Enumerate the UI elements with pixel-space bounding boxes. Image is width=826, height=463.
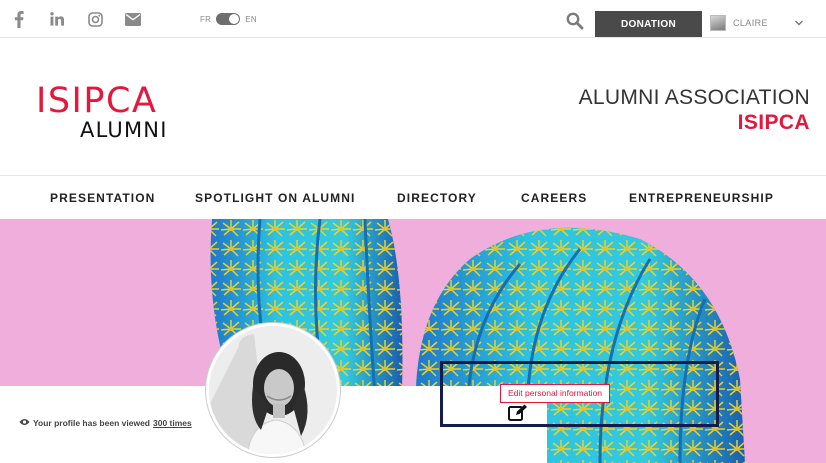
edit-icon[interactable] <box>508 404 528 422</box>
lang-en-label[interactable]: EN <box>245 15 257 24</box>
lang-fr-label[interactable]: FR <box>200 15 211 24</box>
profile-photo <box>209 326 337 454</box>
instagram-icon[interactable] <box>82 0 108 38</box>
donation-button[interactable]: DONATION <box>595 11 702 37</box>
profile-avatar[interactable] <box>206 323 340 457</box>
logo-text-isipca: ISIPCA <box>36 81 158 121</box>
language-switch[interactable]: FR EN <box>200 0 257 38</box>
user-avatar <box>710 15 726 31</box>
user-name: CLAIRE <box>733 18 768 28</box>
eye-icon <box>19 418 30 428</box>
nav-item-entrepreneurship[interactable]: ENTREPRENEURSHIP <box>629 176 774 220</box>
linkedin-icon[interactable] <box>44 0 70 38</box>
association-title-line2: ISIPCA <box>737 111 810 134</box>
nav-item-directory[interactable]: DIRECTORY <box>397 176 477 220</box>
isipca-alumni-logo[interactable]: ISIPCA ALUMNI <box>36 84 186 144</box>
nav-item-spotlight-on-alumni[interactable]: SPOTLIGHT ON ALUMNI <box>195 176 355 220</box>
profile-views-count: 300 times <box>152 418 192 428</box>
association-title: ALUMNI ASSOCIATION ISIPCA <box>579 86 810 136</box>
nav-item-presentation[interactable]: PRESENTATION <box>50 176 155 220</box>
toggle-knob <box>229 14 240 24</box>
facebook-icon[interactable] <box>6 0 32 38</box>
edit-tooltip: Edit personal information <box>500 384 611 403</box>
nav-item-careers[interactable]: CAREERS <box>521 176 587 220</box>
envelope-icon[interactable] <box>120 0 146 38</box>
logo-text-alumni: ALUMNI <box>80 118 168 142</box>
user-menu[interactable]: CLAIRE <box>710 12 803 34</box>
top-bar: FR EN DONATION CLAIRE <box>0 0 826 38</box>
search-icon[interactable] <box>566 12 584 30</box>
profile-views-counter: Your profile has been viewed 300 times <box>19 418 192 428</box>
language-toggle[interactable] <box>216 13 241 25</box>
association-title-line1: ALUMNI ASSOCIATION <box>578 86 810 109</box>
main-nav: PRESENTATION SPOTLIGHT ON ALUMNI DIRECTO… <box>0 175 826 219</box>
profile-views-text: Your profile has been viewed <box>33 418 150 428</box>
chevron-down-icon[interactable] <box>794 15 804 33</box>
